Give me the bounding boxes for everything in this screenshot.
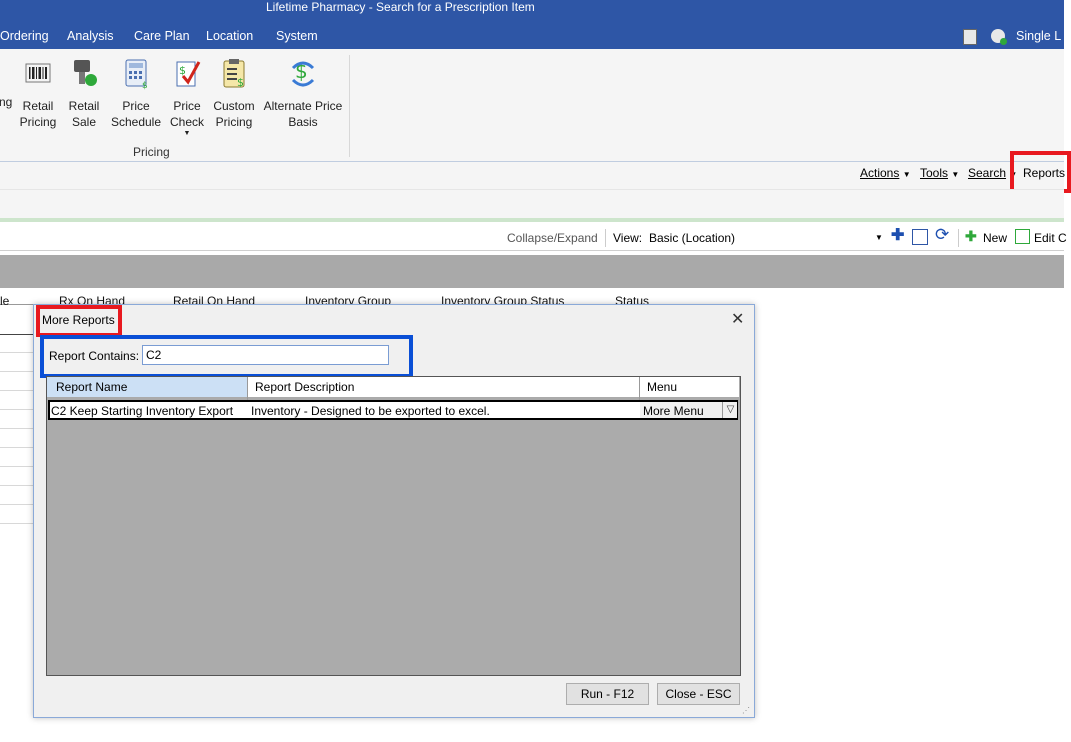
price-check-line1: Price — [173, 99, 201, 113]
menu-location[interactable]: Location — [206, 29, 253, 43]
edit-icon — [1015, 229, 1030, 244]
price-check-button[interactable]: $ Price Check ▼ — [168, 56, 206, 138]
grid-row-line — [0, 504, 34, 505]
search-label: Search — [968, 166, 1007, 180]
scanner-sale-icon — [74, 60, 97, 86]
menu-analysis[interactable]: Analysis — [67, 29, 114, 43]
chevron-down-icon: ▼ — [183, 130, 191, 137]
actions-menu[interactable]: Actions ▼ — [860, 166, 911, 180]
caret-down-icon: ▼ — [951, 170, 960, 179]
clipboard-dollar-icon: $ — [223, 59, 245, 89]
chevron-down-icon[interactable]: ▽ — [722, 402, 738, 418]
price-schedule-line2: Schedule — [110, 115, 162, 129]
single-location-label[interactable]: Single L — [1016, 29, 1061, 43]
tools-label: Tools — [920, 166, 949, 180]
refresh-icon[interactable]: ⟳ — [935, 226, 949, 244]
barcode-icon — [25, 63, 51, 83]
alternate-price-basis-line1: Alternate Price — [263, 99, 343, 113]
add-icon[interactable]: ✚ — [891, 228, 904, 244]
grid-group-bar — [0, 255, 1064, 288]
alternate-price-basis-line2: Basis — [288, 115, 318, 129]
menu-ordering[interactable]: Ordering — [0, 29, 49, 43]
alternate-price-basis-button[interactable]: $ Alternate Price Basis — [262, 56, 344, 130]
svg-text:$: $ — [237, 76, 244, 89]
dialog-title-highlight-box — [36, 305, 122, 337]
toolbar-separator — [605, 229, 606, 247]
custom-pricing-button[interactable]: $ Custom Pricing — [211, 56, 257, 130]
view-select[interactable]: Basic (Location) — [649, 231, 735, 245]
retail-pricing-button[interactable]: Retail Pricing — [18, 56, 58, 130]
tools-menu[interactable]: Tools ▼ — [920, 166, 959, 180]
svg-text:$: $ — [142, 81, 148, 90]
grid-row-line — [0, 485, 34, 486]
retail-pricing-line1: Retail — [22, 99, 54, 113]
reports-grid — [46, 376, 741, 676]
calculator-small-icon[interactable] — [963, 29, 977, 45]
col-menu[interactable]: Menu — [647, 380, 677, 394]
reports-highlight-box — [1010, 151, 1071, 193]
retail-sale-line1: Retail — [68, 99, 100, 113]
view-label: View: — [613, 231, 643, 245]
calculator-icon: $ — [125, 59, 148, 91]
view-dropdown-icon[interactable]: ▼ — [875, 233, 883, 242]
grid-row-line — [0, 523, 34, 524]
window-title: Lifetime Pharmacy - Search for a Prescri… — [266, 0, 535, 14]
grid-row-line — [0, 390, 34, 391]
menu-system[interactable]: System — [276, 29, 318, 43]
grid-row-line — [0, 428, 34, 429]
menu-care-plan[interactable]: Care Plan — [134, 29, 190, 43]
edit-button[interactable]: Edit C — [1034, 231, 1067, 245]
grid-row-line — [0, 447, 34, 448]
new-button[interactable]: New — [983, 231, 1007, 245]
price-schedule-line1: Price — [122, 99, 150, 113]
col-report-name[interactable]: Report Name — [56, 380, 127, 394]
grid-row-line — [0, 466, 34, 467]
price-check-icon: $ — [176, 61, 201, 87]
edit-view-icon[interactable] — [912, 229, 928, 245]
retail-sale-button[interactable]: Retail Sale — [65, 56, 103, 130]
run-button[interactable]: Run - F12 — [566, 683, 649, 705]
retail-sale-line2: Sale — [71, 115, 97, 129]
custom-pricing-line2: Pricing — [215, 115, 253, 129]
close-icon[interactable]: ✕ — [731, 309, 744, 329]
filter-row — [0, 189, 1064, 218]
close-button[interactable]: Close - ESC — [657, 683, 740, 705]
retail-pricing-line2: Pricing — [19, 115, 57, 129]
report-description-cell[interactable]: Inventory - Designed to be exported to e… — [251, 404, 490, 418]
grid-row-line — [0, 409, 34, 410]
more-menu-value: More Menu — [643, 404, 704, 418]
new-icon: ✚ — [965, 228, 977, 244]
filter-highlight-box — [40, 335, 413, 378]
globe-icon[interactable] — [991, 29, 1007, 45]
grid-col-header[interactable]: le — [0, 294, 9, 308]
actions-label: Actions — [860, 166, 900, 180]
ribbon-cut-label[interactable]: ng — [0, 94, 12, 110]
caret-down-icon: ▼ — [902, 170, 911, 179]
grid-row-line — [0, 352, 34, 353]
toolbar-separator — [958, 229, 959, 247]
dollar-refresh-icon: $ — [291, 59, 315, 87]
grid-row-line — [0, 334, 34, 335]
col-report-description[interactable]: Report Description — [255, 380, 354, 394]
grid-row-line — [0, 371, 34, 372]
price-schedule-button[interactable]: $ Price Schedule — [109, 56, 163, 130]
collapse-expand-button[interactable]: Collapse/Expand — [507, 231, 598, 245]
price-check-line2: Check — [169, 115, 204, 129]
ribbon-separator — [349, 55, 350, 157]
custom-pricing-line1: Custom — [213, 99, 255, 113]
svg-text:$: $ — [179, 64, 186, 77]
resize-grip-icon[interactable]: ⋰ — [742, 706, 750, 715]
ribbon-group-label: Pricing — [133, 145, 170, 159]
report-name-cell[interactable]: C2 Keep Starting Inventory Export — [51, 404, 233, 418]
status-strip — [0, 218, 1064, 222]
